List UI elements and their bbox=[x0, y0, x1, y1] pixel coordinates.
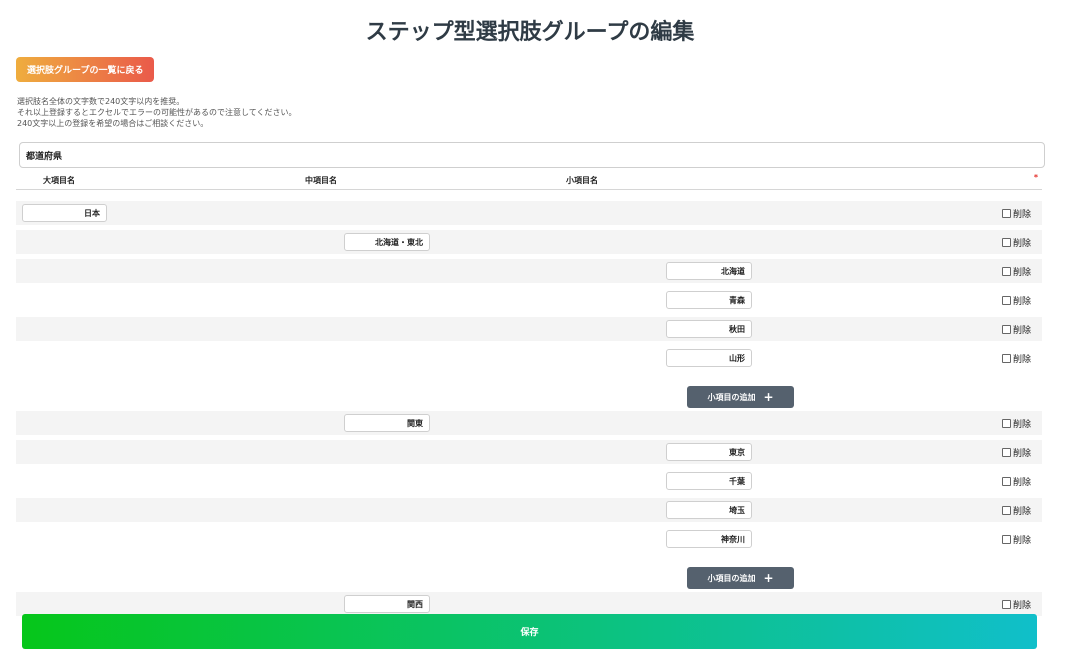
add-small-item-button[interactable]: 小項目の追加 + bbox=[687, 386, 794, 408]
delete-toggle[interactable]: 削除 bbox=[1001, 352, 1031, 365]
delete-checkbox[interactable] bbox=[1001, 506, 1011, 515]
medium-item-input[interactable] bbox=[344, 595, 430, 613]
delete-label: 削除 bbox=[1012, 210, 1031, 220]
delete-toggle[interactable]: 削除 bbox=[1001, 323, 1031, 336]
medium-item-input[interactable] bbox=[344, 233, 430, 251]
delete-toggle[interactable]: 削除 bbox=[1001, 417, 1031, 430]
delete-toggle[interactable]: 削除 bbox=[1001, 265, 1031, 278]
delete-label: 削除 bbox=[1012, 297, 1031, 307]
small-item-input[interactable] bbox=[666, 530, 752, 548]
item-row: 削除 bbox=[16, 527, 1042, 551]
delete-checkbox[interactable] bbox=[1001, 325, 1011, 334]
delete-label: 削除 bbox=[1012, 326, 1031, 336]
delete-label: 削除 bbox=[1012, 507, 1031, 517]
small-item-input[interactable] bbox=[666, 291, 752, 309]
item-row: 削除 bbox=[16, 498, 1042, 522]
delete-label: 削除 bbox=[1012, 449, 1031, 459]
delete-toggle[interactable]: 削除 bbox=[1001, 294, 1031, 307]
delete-checkbox[interactable] bbox=[1001, 238, 1011, 247]
page-title: ステップ型選択肢グループの編集 bbox=[365, 20, 695, 45]
notice-text: 選択肢名全体の文字数で240文字以内を推奨。 それ以上登録するとエクセルでエラー… bbox=[17, 96, 297, 129]
medium-item-input[interactable] bbox=[344, 414, 430, 432]
delete-checkbox[interactable] bbox=[1001, 535, 1011, 544]
delete-checkbox[interactable] bbox=[1001, 354, 1011, 363]
delete-checkbox[interactable] bbox=[1001, 419, 1011, 428]
delete-toggle[interactable]: 削除 bbox=[1001, 236, 1031, 249]
small-item-input[interactable] bbox=[666, 472, 752, 490]
plus-icon: + bbox=[763, 571, 774, 585]
delete-toggle[interactable]: 削除 bbox=[1001, 598, 1031, 611]
delete-toggle[interactable]: 削除 bbox=[1001, 533, 1031, 546]
item-row: 削除 bbox=[16, 317, 1042, 341]
delete-checkbox[interactable] bbox=[1001, 600, 1011, 609]
add-small-item-label: 小項目の追加 bbox=[707, 573, 756, 583]
delete-checkbox[interactable] bbox=[1001, 296, 1011, 305]
column-large-label: 大項目名 bbox=[43, 176, 75, 185]
delete-label: 削除 bbox=[1012, 420, 1031, 430]
notice-line: 240文字以上の登録を希望の場合はご相談ください。 bbox=[17, 119, 209, 128]
add-small-item-button[interactable]: 小項目の追加 + bbox=[687, 567, 794, 589]
small-item-input[interactable] bbox=[666, 443, 752, 461]
delete-checkbox[interactable] bbox=[1001, 448, 1011, 457]
small-item-input[interactable] bbox=[666, 349, 752, 367]
delete-label: 削除 bbox=[1012, 355, 1031, 365]
delete-toggle[interactable]: 削除 bbox=[1001, 207, 1031, 220]
delete-label: 削除 bbox=[1012, 239, 1031, 249]
item-row: 削除 bbox=[16, 288, 1042, 312]
notice-line: それ以上登録するとエクセルでエラーの可能性があるので注意してください。 bbox=[17, 108, 297, 117]
item-row: 削除 bbox=[16, 440, 1042, 464]
delete-checkbox[interactable] bbox=[1001, 209, 1011, 218]
edit-page: ステップ型選択肢グループの編集 選択肢グループの一覧に戻る 選択肢名全体の文字数… bbox=[0, 0, 1071, 652]
group-name-input[interactable] bbox=[19, 142, 1045, 168]
large-item-input[interactable] bbox=[22, 204, 107, 222]
delete-checkbox[interactable] bbox=[1001, 477, 1011, 486]
item-row: 削除 bbox=[16, 469, 1042, 493]
delete-checkbox[interactable] bbox=[1001, 267, 1011, 276]
item-row: 削除 bbox=[16, 346, 1042, 370]
item-row: 削除 bbox=[16, 411, 1042, 435]
delete-label: 削除 bbox=[1012, 268, 1031, 278]
item-row: 削除 bbox=[16, 201, 1042, 225]
required-mark: * bbox=[1033, 173, 1038, 182]
small-item-input[interactable] bbox=[666, 501, 752, 519]
item-row: 削除 bbox=[16, 592, 1042, 616]
column-medium-label: 中項目名 bbox=[305, 176, 337, 185]
add-small-item-label: 小項目の追加 bbox=[707, 392, 756, 402]
back-to-list-button[interactable]: 選択肢グループの一覧に戻る bbox=[16, 57, 155, 82]
column-small-label: 小項目名 bbox=[566, 176, 598, 185]
delete-toggle[interactable]: 削除 bbox=[1001, 475, 1031, 488]
delete-label: 削除 bbox=[1012, 601, 1031, 611]
delete-toggle[interactable]: 削除 bbox=[1001, 504, 1031, 517]
notice-line: 選択肢名全体の文字数で240文字以内を推奨。 bbox=[17, 97, 185, 106]
delete-label: 削除 bbox=[1012, 536, 1031, 546]
plus-icon: + bbox=[763, 390, 774, 404]
item-row: 削除 bbox=[16, 259, 1042, 283]
small-item-input[interactable] bbox=[666, 320, 752, 338]
small-item-input[interactable] bbox=[666, 262, 752, 280]
save-button[interactable]: 保存 bbox=[22, 614, 1037, 649]
delete-toggle[interactable]: 削除 bbox=[1001, 446, 1031, 459]
item-row: 削除 bbox=[16, 230, 1042, 254]
delete-label: 削除 bbox=[1012, 478, 1031, 488]
column-header: 大項目名 中項目名 小項目名 * bbox=[16, 170, 1042, 190]
